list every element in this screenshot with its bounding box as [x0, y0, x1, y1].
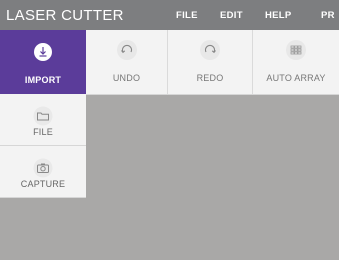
camera-icon — [33, 158, 53, 178]
workspace-canvas[interactable] — [86, 95, 339, 260]
redo-button[interactable]: REDO — [168, 30, 253, 94]
toolbar-item-label: AUTO ARRAY — [266, 73, 326, 83]
sidebar: IMPORT FILE CAPTURE — [0, 30, 86, 198]
toolbar-item-label: UNDO — [112, 73, 141, 83]
menu-help[interactable]: HELP — [265, 10, 292, 21]
sidebar-item-label: FILE — [33, 127, 53, 137]
app-title: LASER CUTTER — [6, 7, 124, 24]
menu-project[interactable]: PR — [321, 10, 335, 21]
sidebar-item-label: CAPTURE — [20, 179, 66, 189]
sidebar-item-file[interactable]: FILE — [0, 94, 86, 146]
menu-file[interactable]: FILE — [176, 10, 198, 21]
sidebar-item-capture[interactable]: CAPTURE — [0, 146, 86, 198]
toolbar: UNDO REDO AUTO ARRAY — [86, 30, 339, 95]
grid-icon — [286, 40, 306, 60]
folder-icon — [33, 106, 53, 126]
sidebar-item-label: IMPORT — [24, 75, 62, 85]
undo-icon — [116, 40, 137, 60]
title-bar: LASER CUTTER FILE EDIT HELP PR — [0, 0, 339, 30]
toolbar-item-label: REDO — [196, 73, 224, 83]
import-icon — [33, 42, 53, 62]
sidebar-item-import[interactable]: IMPORT — [0, 30, 86, 94]
auto-array-button[interactable]: AUTO ARRAY — [253, 30, 339, 94]
undo-button[interactable]: UNDO — [86, 30, 168, 94]
menu-edit[interactable]: EDIT — [220, 10, 243, 21]
redo-icon — [200, 40, 220, 60]
